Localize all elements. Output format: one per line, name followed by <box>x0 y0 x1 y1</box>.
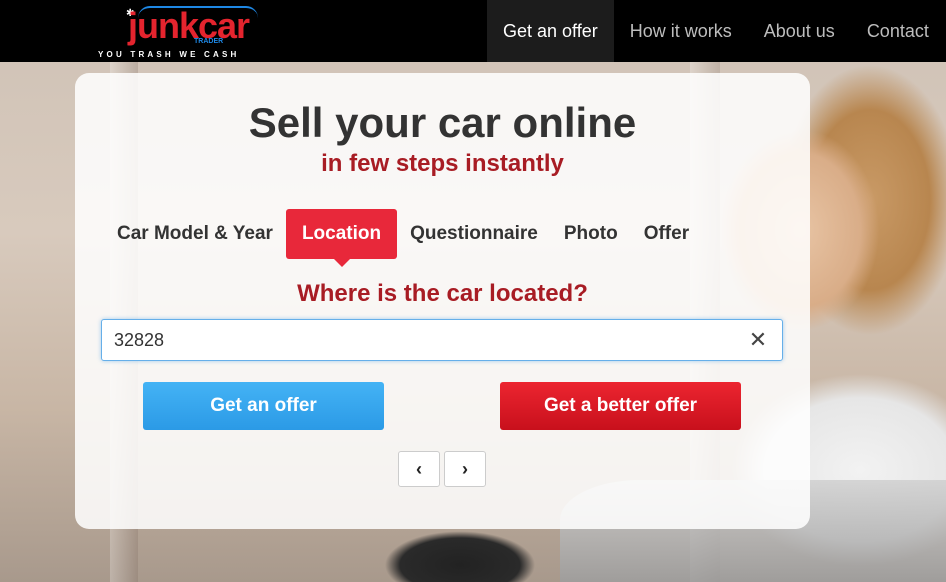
logo-tagline: YOU TRASH WE CASH <box>98 50 240 59</box>
step-location[interactable]: Location <box>285 209 398 267</box>
step-car-model-year[interactable]: Car Model & Year <box>104 209 286 259</box>
wizard-steps: Car Model & Year Location Questionnaire … <box>104 209 702 267</box>
step-photo[interactable]: Photo <box>551 209 631 259</box>
main-nav: Get an offer How it works About us Conta… <box>487 0 945 62</box>
get-offer-button[interactable]: Get an offer <box>143 382 384 430</box>
nav-item-about-us[interactable]: About us <box>748 0 851 62</box>
nav-item-contact[interactable]: Contact <box>851 0 945 62</box>
site-logo[interactable]: ✱ junkcar TRADER YOU TRASH WE CASH <box>98 4 278 60</box>
location-input[interactable] <box>101 319 783 361</box>
site-header: ✱ junkcar TRADER YOU TRASH WE CASH Get a… <box>0 0 946 62</box>
nav-item-get-an-offer[interactable]: Get an offer <box>487 0 614 62</box>
step-questionnaire[interactable]: Questionnaire <box>397 209 551 259</box>
nav-item-how-it-works[interactable]: How it works <box>614 0 748 62</box>
offer-form-card: Sell your car online in few steps instan… <box>75 73 810 529</box>
chevron-right-icon[interactable]: › <box>444 451 486 487</box>
get-better-offer-button[interactable]: Get a better offer <box>500 382 741 430</box>
page-subtitle: in few steps instantly <box>321 150 564 177</box>
location-question: Where is the car located? <box>297 280 588 307</box>
chevron-left-icon[interactable]: ‹ <box>398 451 440 487</box>
logo-text: junkcar <box>128 5 250 46</box>
logo-subtext: TRADER <box>194 38 224 45</box>
step-offer[interactable]: Offer <box>631 209 702 259</box>
page-title: Sell your car online <box>248 99 637 146</box>
close-icon[interactable]: ✕ <box>743 325 773 355</box>
